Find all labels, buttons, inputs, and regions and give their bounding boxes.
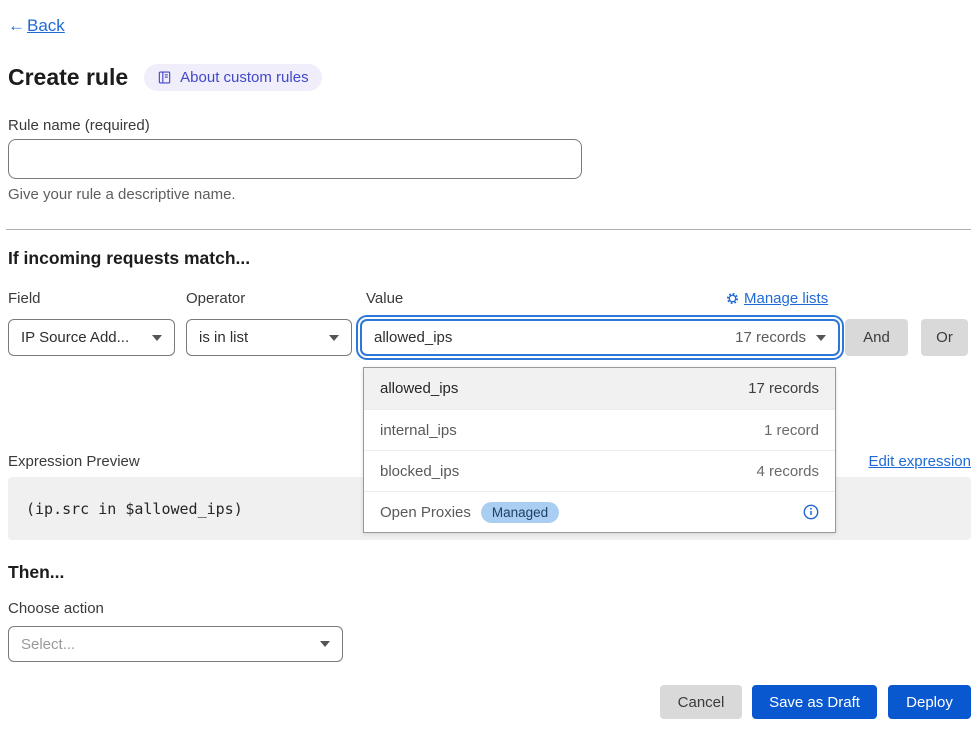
section-divider <box>6 229 971 230</box>
value-select-value: allowed_ips <box>374 329 452 346</box>
info-icon[interactable] <box>803 504 819 520</box>
list-option-open-proxies[interactable]: Open Proxies Managed <box>364 491 835 532</box>
book-open-icon <box>157 70 172 85</box>
title-row: Create rule About custom rules <box>8 64 322 91</box>
list-option-blocked-ips[interactable]: blocked_ips 4 records <box>364 450 835 491</box>
chevron-down-icon <box>816 335 826 341</box>
chevron-down-icon <box>320 641 330 647</box>
list-option-name: blocked_ips <box>380 463 459 480</box>
chevron-down-icon <box>152 335 162 341</box>
operator-select[interactable]: is in list <box>186 319 352 356</box>
or-button[interactable]: Or <box>921 319 968 356</box>
rule-name-helper-text: Give your rule a descriptive name. <box>8 186 236 203</box>
chevron-down-icon <box>329 335 339 341</box>
page-title: Create rule <box>8 64 128 91</box>
rule-name-label: Rule name (required) <box>8 117 150 134</box>
field-select-value: IP Source Add... <box>21 329 129 346</box>
list-option-records: 17 records <box>748 380 819 397</box>
value-select[interactable]: allowed_ips 17 records <box>360 319 840 356</box>
field-column-label: Field <box>8 290 41 307</box>
back-link-label: Back <box>27 16 65 36</box>
value-column-label: Value <box>366 290 403 307</box>
action-select[interactable]: Select... <box>8 626 343 662</box>
rule-name-input[interactable] <box>8 139 582 179</box>
and-button[interactable]: And <box>845 319 908 356</box>
managed-badge: Managed <box>481 502 559 523</box>
operator-select-value: is in list <box>199 329 248 346</box>
list-option-records: 4 records <box>756 463 819 480</box>
field-select[interactable]: IP Source Add... <box>8 319 175 356</box>
expression-code: (ip.src in $allowed_ips) <box>26 500 243 518</box>
list-option-records: 1 record <box>764 422 819 439</box>
list-option-internal-ips[interactable]: internal_ips 1 record <box>364 409 835 450</box>
manage-lists-label: Manage lists <box>744 290 828 307</box>
match-section-heading: If incoming requests match... <box>8 248 250 269</box>
value-select-records: 17 records <box>735 329 806 346</box>
list-option-allowed-ips[interactable]: allowed_ips 17 records <box>364 368 835 409</box>
save-as-draft-button[interactable]: Save as Draft <box>752 685 877 719</box>
back-arrow-icon: ← <box>8 16 25 36</box>
choose-action-label: Choose action <box>8 600 104 617</box>
expression-preview-label: Expression Preview <box>8 453 140 470</box>
list-option-name: allowed_ips <box>380 380 458 397</box>
action-select-placeholder: Select... <box>21 636 75 653</box>
operator-column-label: Operator <box>186 290 245 307</box>
deploy-button[interactable]: Deploy <box>888 685 971 719</box>
cancel-button[interactable]: Cancel <box>660 685 742 719</box>
list-dropdown-panel: allowed_ips 17 records internal_ips 1 re… <box>363 367 836 533</box>
create-rule-page: ←Back Create rule About custom rules Rul… <box>0 0 979 739</box>
gear-icon <box>726 292 739 305</box>
back-link[interactable]: ←Back <box>8 16 65 36</box>
manage-lists-link[interactable]: Manage lists <box>726 290 828 307</box>
edit-expression-link[interactable]: Edit expression <box>868 453 971 470</box>
about-custom-rules-link[interactable]: About custom rules <box>144 64 321 91</box>
about-badge-label: About custom rules <box>180 69 308 86</box>
list-option-name: Open Proxies <box>380 504 471 521</box>
list-option-name: internal_ips <box>380 422 457 439</box>
then-section-heading: Then... <box>8 562 64 583</box>
